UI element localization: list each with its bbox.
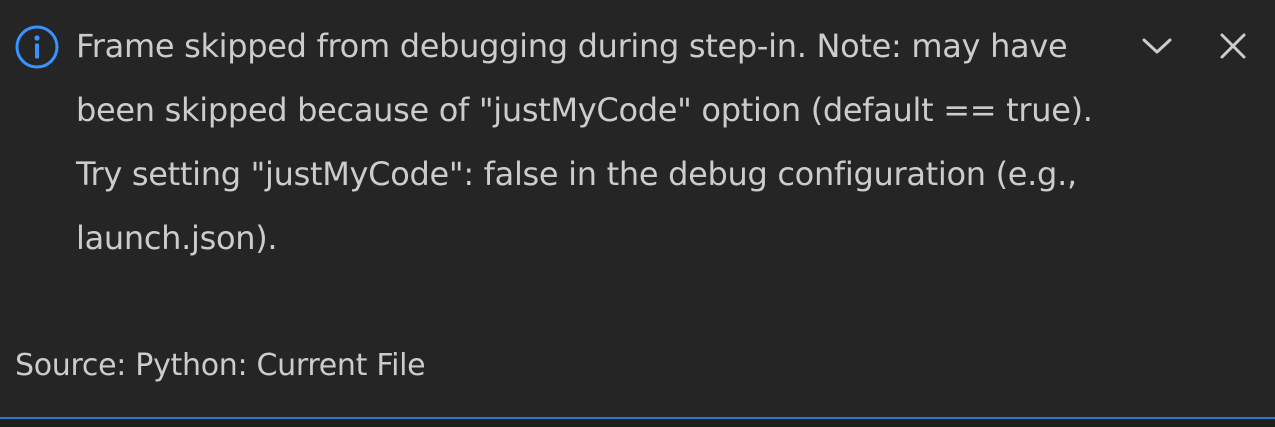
close-icon <box>1220 33 1246 59</box>
toast-bottom-strip <box>0 419 1275 427</box>
collapse-notification-button[interactable] <box>1133 22 1181 70</box>
chevron-down-icon <box>1142 38 1172 54</box>
close-notification-button[interactable] <box>1209 22 1257 70</box>
notification-message: Frame skipped from debugging during step… <box>76 27 1093 257</box>
info-icon <box>14 24 60 70</box>
notification-actions <box>1133 22 1257 70</box>
notification-source: Source: Python: Current File <box>15 348 426 383</box>
notification-toast: Frame skipped from debugging during step… <box>0 0 1275 427</box>
